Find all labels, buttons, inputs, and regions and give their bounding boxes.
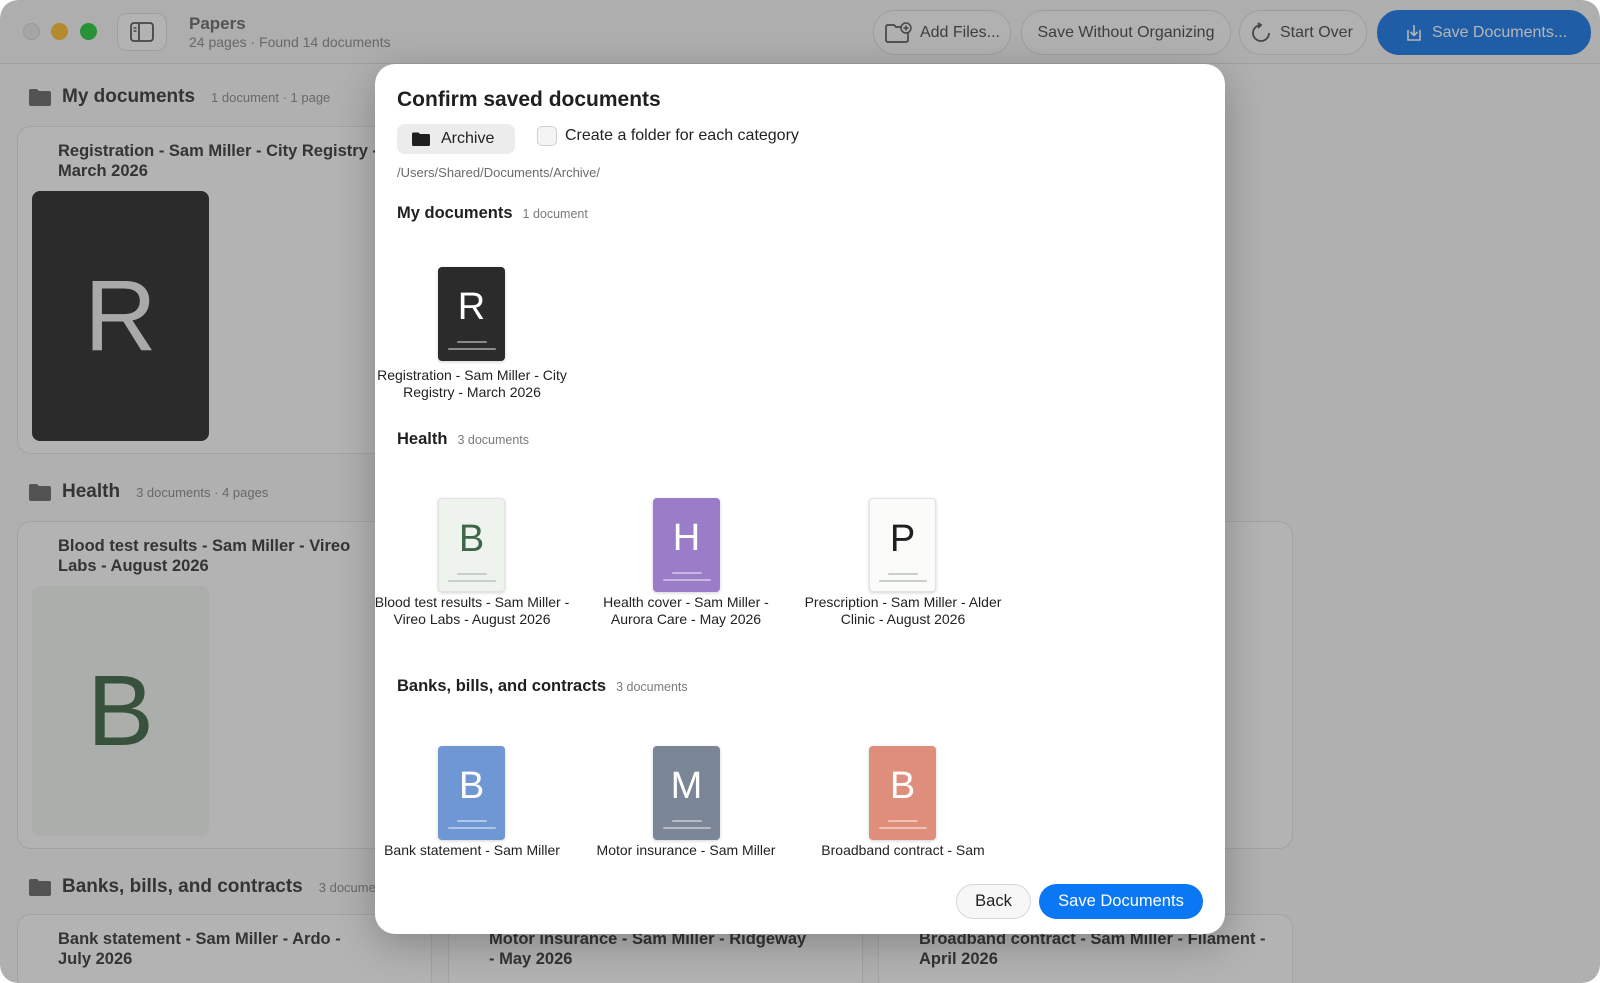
category-heading: My documents 1 document [397, 204, 588, 223]
document-name: Bank statement - Sam Miller [384, 842, 560, 858]
document-thumbnail[interactable]: B [869, 746, 936, 840]
thumbnail-letter: P [889, 518, 916, 560]
category-heading: Health 3 documents [397, 430, 529, 449]
thumbnail-line [447, 580, 496, 582]
document-name: Health cover - Sam Miller - Aurora Care … [603, 594, 769, 627]
thumbnail-line [887, 573, 918, 575]
document-thumbnail[interactable]: M [653, 746, 720, 840]
folder-icon [412, 132, 430, 146]
document-name: Broadband contract - Sam [821, 842, 985, 858]
thumbnail-letter: H [672, 517, 701, 559]
save-documents-label: Save Documents [1058, 892, 1184, 910]
dialog-title: Confirm saved documents [397, 88, 661, 111]
category-count: 3 documents [616, 680, 688, 694]
checkbox-label: Create a folder for each category [565, 127, 799, 144]
document-name: Motor insurance - Sam Miller [596, 842, 776, 858]
app-window: Papers 24 pages · Found 14 documents Add… [0, 0, 1600, 983]
document-name: Blood test results - Sam Miller - Vireo … [375, 594, 570, 627]
thumbnail-letter: B [458, 518, 485, 560]
thumbnail-letter: R [457, 286, 486, 328]
thumbnail-line [456, 573, 487, 575]
back-button[interactable]: Back [956, 884, 1031, 919]
category-heading: Banks, bills, and contracts 3 documents [397, 677, 688, 696]
thumbnail-line [447, 827, 496, 829]
confirm-dialog: Confirm saved documents Archive Create a… [375, 64, 1225, 934]
category-count: 1 document [522, 207, 588, 221]
thumbnail-line [887, 820, 918, 822]
category-count: 3 documents [457, 433, 530, 447]
thumbnail-line [456, 820, 487, 822]
thumbnail-line [671, 572, 702, 574]
document-name: Prescription - Sam Miller - Alder Clinic… [804, 594, 1002, 627]
thumbnail-line [662, 827, 711, 829]
thumbnail-line [878, 827, 927, 829]
category-name: Health [397, 430, 448, 448]
category-name: Banks, bills, and contracts [397, 677, 607, 695]
document-thumbnail[interactable]: R [438, 267, 505, 361]
thumbnail-letter: M [670, 765, 703, 807]
destination-folder-button[interactable]: Archive [397, 124, 515, 154]
document-thumbnail[interactable]: B [438, 498, 505, 592]
folder-label: Archive [441, 130, 495, 147]
thumbnail-line [456, 341, 487, 343]
thumbnail-line [447, 348, 496, 350]
thumbnail-line [671, 820, 702, 822]
document-thumbnail[interactable]: P [869, 498, 936, 592]
destination-path: /Users/Shared/Documents/Archive/ [397, 165, 601, 180]
thumbnail-line [662, 579, 711, 581]
category-name: My documents [397, 204, 513, 222]
thumbnail-letter: B [889, 765, 916, 807]
folder-per-category-checkbox[interactable] [537, 126, 557, 146]
folder-per-category-option[interactable]: Create a folder for each category [537, 126, 799, 146]
document-thumbnail[interactable]: B [438, 741, 508, 840]
thumbnail-letter: B [458, 765, 485, 807]
save-documents-button[interactable]: Save Documents [1039, 884, 1203, 919]
document-name: Registration - Sam Miller - City Registr… [377, 367, 567, 400]
document-thumbnail[interactable]: H [653, 493, 723, 592]
back-label: Back [975, 892, 1012, 910]
thumbnail-line [878, 580, 927, 582]
